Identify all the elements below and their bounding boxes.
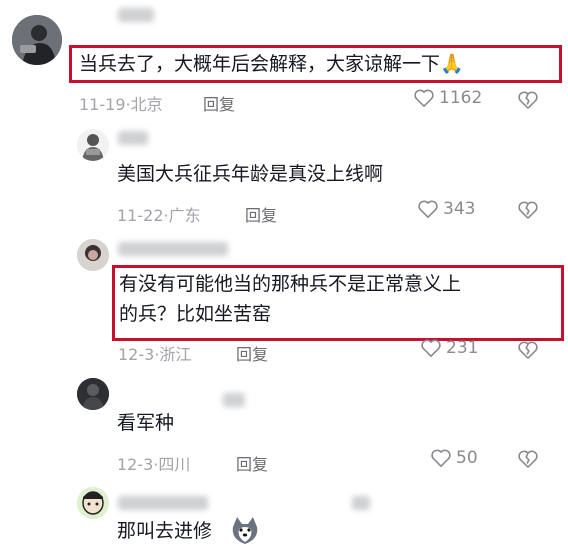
like-button[interactable]: 343: [417, 199, 475, 219]
avatar-photo: [77, 378, 109, 410]
broken-heart-icon: [518, 91, 538, 109]
comment-meta: 12-3·浙江: [118, 341, 191, 365]
comment-location: 北京: [130, 95, 163, 114]
comment-text: 看军种: [117, 412, 175, 434]
like-count: 343: [443, 199, 476, 219]
comment-text: 美国大兵征兵年龄是真没上线啊: [117, 163, 384, 185]
comment-date: 12-3: [118, 345, 155, 364]
avatar[interactable]: [77, 487, 109, 519]
comment-date: 11-22: [117, 206, 164, 225]
like-count: 50: [456, 448, 478, 468]
comment-text: 那叫去进修: [117, 520, 213, 542]
comment-meta: 11-19·北京: [79, 91, 163, 115]
broken-heart-icon: [518, 341, 538, 359]
like-count: 231: [446, 338, 479, 358]
heart-outline-icon: [421, 339, 441, 357]
username-blurred: [118, 8, 154, 22]
dislike-button[interactable]: [517, 200, 539, 224]
username-blurred: [118, 496, 208, 510]
reply-button[interactable]: 回复: [236, 341, 268, 365]
heart-outline-icon: [431, 449, 451, 467]
heart-outline-icon: [414, 89, 434, 107]
avatar-photo: [12, 15, 62, 65]
broken-heart-icon: [518, 201, 538, 219]
comment-meta: 12-3·四川: [117, 451, 190, 475]
dislike-button[interactable]: [517, 449, 539, 473]
reply-button[interactable]: 回复: [245, 202, 277, 226]
username-blurred: [118, 131, 148, 145]
heart-outline-icon: [418, 200, 438, 218]
reply-button[interactable]: 回复: [236, 451, 268, 475]
like-button[interactable]: 50: [430, 448, 478, 468]
broken-heart-icon: [518, 450, 538, 468]
dislike-button[interactable]: [517, 340, 539, 364]
avatar-photo: [77, 487, 109, 519]
husky-dog-emoji: [229, 515, 261, 547]
comment-text: 当兵去了，大概年后会解释，大家谅解一下🙏: [79, 53, 464, 75]
comment-meta: 11-22·广东: [117, 202, 201, 226]
comment-text: 有没有可能他当的那种兵不是正常意义上: [119, 273, 462, 295]
avatar-photo: [77, 239, 109, 271]
comment-date: 11-19: [79, 95, 126, 114]
comment-location: 四川: [158, 455, 191, 474]
reply-button[interactable]: 回复: [203, 91, 235, 115]
username-blurred: [352, 496, 370, 510]
like-button[interactable]: 231: [420, 338, 478, 358]
username-blurred: [223, 393, 245, 407]
like-count: 1162: [439, 88, 483, 108]
avatar[interactable]: [77, 378, 109, 410]
avatar-photo: [77, 129, 109, 161]
comment-location: 广东: [168, 206, 201, 225]
avatar[interactable]: [12, 15, 62, 65]
comment-text: 的兵？比如坐苦窑: [119, 303, 272, 325]
avatar[interactable]: [77, 239, 109, 271]
like-button[interactable]: 1162: [413, 88, 482, 108]
dislike-button[interactable]: [517, 90, 539, 114]
comment-date: 12-3: [117, 455, 154, 474]
avatar[interactable]: [77, 129, 109, 161]
comment-location: 浙江: [159, 345, 192, 364]
username-blurred: [118, 242, 228, 256]
